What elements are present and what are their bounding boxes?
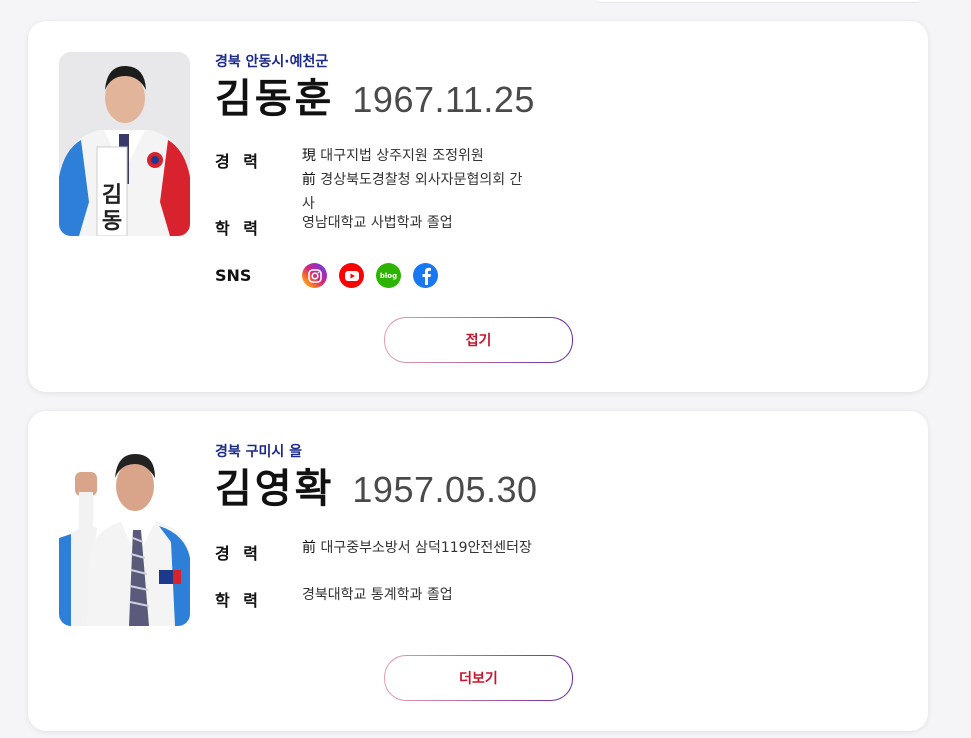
education-label: 학 력 <box>215 591 263 610</box>
education-label: 학 력 <box>215 219 263 238</box>
candidate-region: 경북 구미시 을 <box>215 444 303 460</box>
candidate-birthdate: 1967.11.25 <box>352 79 535 120</box>
career-label: 경 력 <box>215 544 263 563</box>
collapse-button[interactable]: 접기 <box>384 317 573 363</box>
candidate-card: 경북 구미시 을 김영확 1957.05.30 경 력 前 대구중부소방서 삼덕… <box>28 411 928 731</box>
career-row: 경 력 前 대구중부소방서 삼덕119안전센터장 <box>215 540 532 564</box>
career-line: 前 경상북도경찰청 외사자문협의회 간사 <box>301 172 523 212</box>
education-text: 경북대학교 통계학과 졸업 <box>302 587 453 603</box>
candidate-name: 김동훈 <box>215 76 335 122</box>
candidate-photo: 김 동 <box>59 52 190 236</box>
candidate-name: 김영확 <box>215 466 335 512</box>
candidate-birthdate: 1957.05.30 <box>352 469 538 510</box>
education-row: 학 력 경북대학교 통계학과 졸업 <box>215 587 453 611</box>
candidate-photo <box>59 442 190 626</box>
career-row: 경 력 現 대구지법 상주지원 조정위원 前 경상북도경찰청 외사자문협의회 간… <box>215 148 535 216</box>
instagram-icon[interactable] <box>302 263 327 288</box>
name-row: 김영확 1957.05.30 <box>215 465 538 514</box>
previous-card-edge <box>597 0 920 3</box>
sns-row: SNS blog <box>215 263 438 288</box>
candidate-info: 경북 안동시·예천군 김동훈 1967.11.25 경 력 現 대구지법 상주지… <box>215 53 535 288</box>
career-line: 前 대구중부소방서 삼덕119안전센터장 <box>302 540 532 556</box>
svg-text:동: 동 <box>102 209 122 234</box>
name-row: 김동훈 1967.11.25 <box>215 75 535 124</box>
candidate-region: 경북 안동시·예천군 <box>215 54 329 70</box>
education-text: 영남대학교 사법학과 졸업 <box>302 215 453 231</box>
education-row: 학 력 영남대학교 사법학과 졸업 <box>215 215 453 239</box>
career-label: 경 력 <box>215 152 263 171</box>
blog-icon[interactable]: blog <box>376 263 401 288</box>
candidate-info: 경북 구미시 을 김영확 1957.05.30 경 력 前 대구중부소방서 삼덕… <box>215 443 538 610</box>
career-line: 現 대구지법 상주지원 조정위원 <box>301 148 484 164</box>
svg-text:김: 김 <box>102 183 122 208</box>
candidate-card: 김 동 경북 안동시·예천군 김동훈 1967.11.25 경 력 現 대구지법… <box>28 21 928 392</box>
sns-label: SNS <box>215 266 252 285</box>
facebook-icon[interactable] <box>413 263 438 288</box>
more-button[interactable]: 더보기 <box>384 655 573 701</box>
youtube-icon[interactable] <box>339 263 364 288</box>
